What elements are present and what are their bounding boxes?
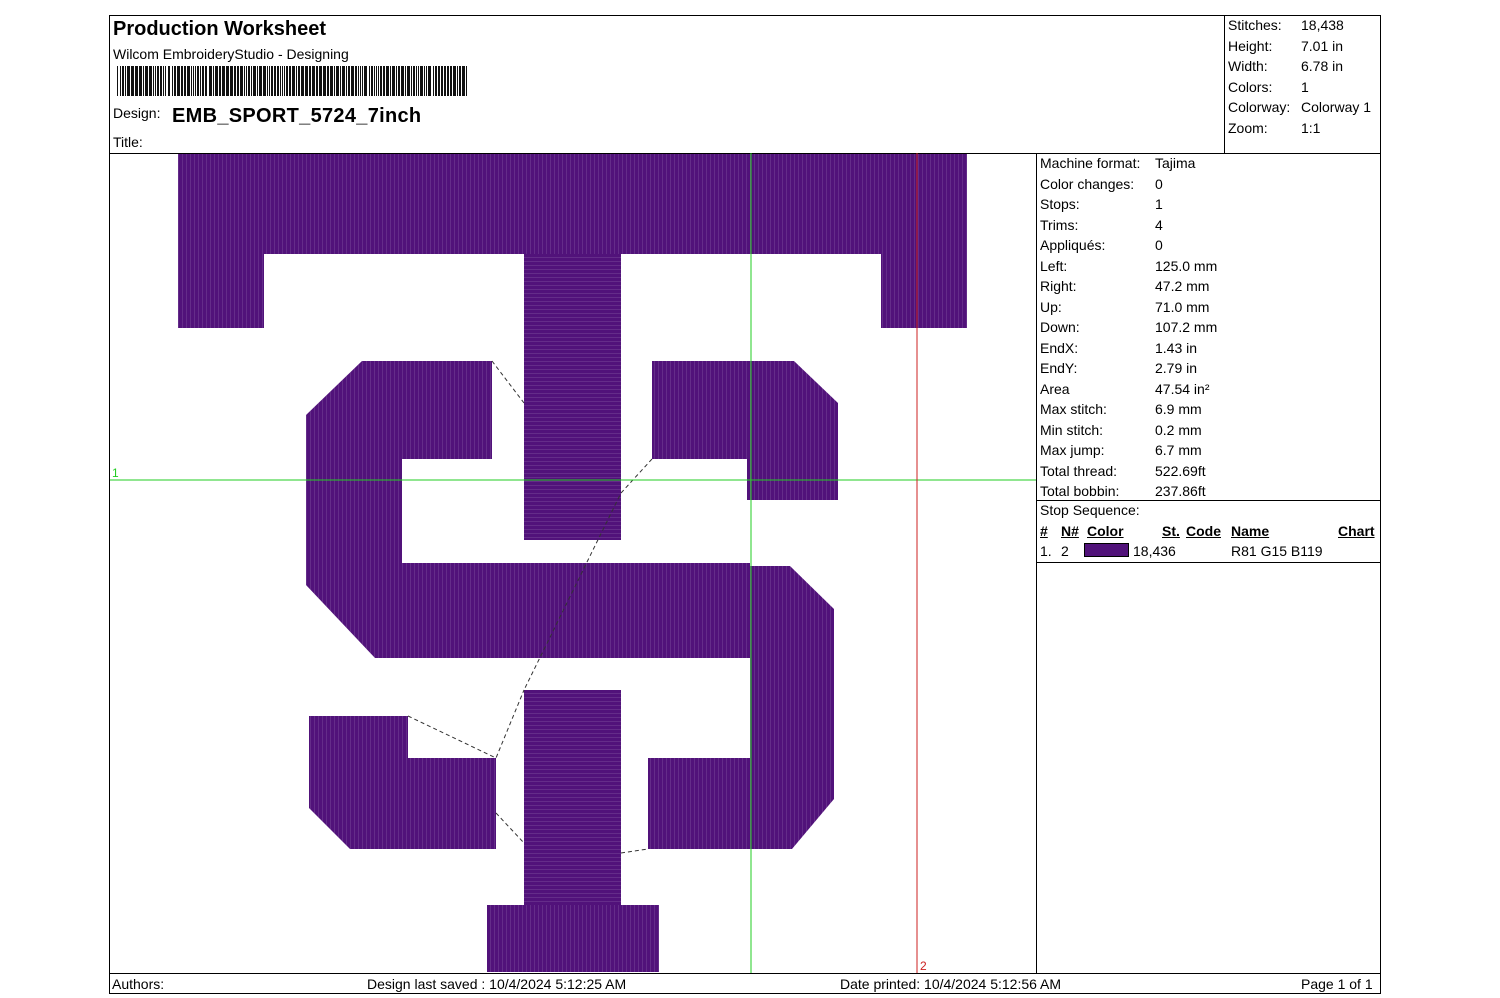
col-header-code: Code [1186,523,1221,539]
summary-value: 1:1 [1301,119,1321,136]
jump-stitch-line [495,812,525,844]
design-name: EMB_SPORT_5724_7inch [172,105,422,127]
design-label: Design: [113,105,161,121]
detail-value: 237.86ft [1155,483,1206,499]
jump-stitch-line [407,689,525,759]
detail-label: Stops: [1040,196,1080,212]
col-header-num: # [1040,523,1048,539]
detail-value: 107.2 mm [1155,319,1218,335]
t-stem-lower [524,690,621,905]
canvas-divider [1036,153,1037,973]
row-color-name: R81 G15 B119 [1231,543,1323,559]
summary-label: Zoom: [1228,119,1268,136]
design-preview: 1 2 [110,153,1036,973]
s-lower-left [309,716,496,849]
detail-label: Up: [1040,298,1062,315]
summary-value: 6.78 in [1301,58,1344,74]
t-stem-upper [524,254,621,540]
detail-value: 6.7 mm [1155,442,1202,458]
t-bottom-foot [487,905,659,972]
detail-label: Appliqués: [1040,237,1106,253]
detail-value: 0 [1155,237,1163,253]
summary-value: 7.01 in [1301,37,1344,54]
sequence-divider [1036,562,1381,563]
color-swatch [1084,543,1129,557]
detail-value: 2.79 in [1155,360,1198,376]
guide-1-label: 1 [112,466,119,480]
summary-value: 1 [1301,78,1309,95]
last-saved: Design last saved : 10/4/2024 5:12:25 AM [367,976,627,992]
col-header-name: Name [1231,523,1270,539]
detail-label: Trims: [1040,216,1079,233]
detail-value: 4 [1155,216,1163,233]
row-stitches: 18,436 [1133,543,1176,559]
summary-label: Colorway: [1228,99,1291,115]
detail-value: 1.43 in [1155,339,1198,356]
detail-value: 522.69ft [1155,462,1206,479]
app-subtitle: Wilcom EmbroideryStudio - Designing [113,46,349,62]
page-number: Page 1 of 1 [1301,976,1373,992]
summary-value: Colorway 1 [1301,99,1372,115]
footer-divider [109,973,1381,974]
col-header-stitches: St. [1162,523,1180,539]
detail-label: Min stitch: [1040,421,1104,438]
detail-label: Down: [1040,319,1080,335]
authors-label: Authors: [112,976,165,992]
details-divider [1036,500,1381,501]
jump-stitch-line [491,360,525,404]
page-title: Production Worksheet [113,18,326,40]
col-header-needle: N# [1061,523,1079,539]
row-num: 1. [1040,543,1052,559]
summary-divider [1224,15,1225,153]
summary-label: Width: [1228,58,1268,74]
detail-value: 71.0 mm [1155,298,1210,315]
jump-stitch-line [620,848,649,854]
row-needle: 2 [1061,543,1069,559]
date-printed: Date printed: 10/4/2024 5:12:56 AM [840,976,1062,992]
detail-label: Total bobbin: [1040,483,1120,499]
summary-label: Height: [1228,37,1273,54]
summary-label: Stitches: [1228,17,1282,33]
detail-value: 0.2 mm [1155,421,1202,438]
detail-value: 47.2 mm [1155,278,1210,294]
summary-value: 18,438 [1301,17,1344,33]
guide-2-label: 2 [920,959,927,973]
detail-label: EndX: [1040,339,1079,356]
detail-value: 6.9 mm [1155,401,1202,417]
detail-label: EndY: [1040,360,1078,376]
stop-sequence-title: Stop Sequence: [1040,502,1140,518]
detail-value: 125.0 mm [1155,257,1218,274]
col-header-color: Color [1087,523,1124,539]
detail-label: Left: [1040,257,1068,274]
col-header-chart: Chart [1338,523,1375,539]
barcode [117,66,467,96]
detail-label: Max jump: [1040,442,1105,458]
detail-label: Total thread: [1040,462,1118,479]
s-upper-right [652,361,838,500]
detail-value: 0 [1155,175,1163,192]
detail-label: Machine format: [1040,155,1141,171]
detail-value: 47.54 in² [1155,380,1210,397]
detail-value: 1 [1155,196,1163,212]
detail-label: Right: [1040,278,1077,294]
detail-label: Color changes: [1040,175,1135,192]
detail-label: Area [1040,380,1070,397]
detail-value: Tajima [1155,155,1196,171]
detail-label: Max stitch: [1040,401,1107,417]
title-label: Title: [113,134,143,150]
summary-label: Colors: [1228,78,1273,95]
